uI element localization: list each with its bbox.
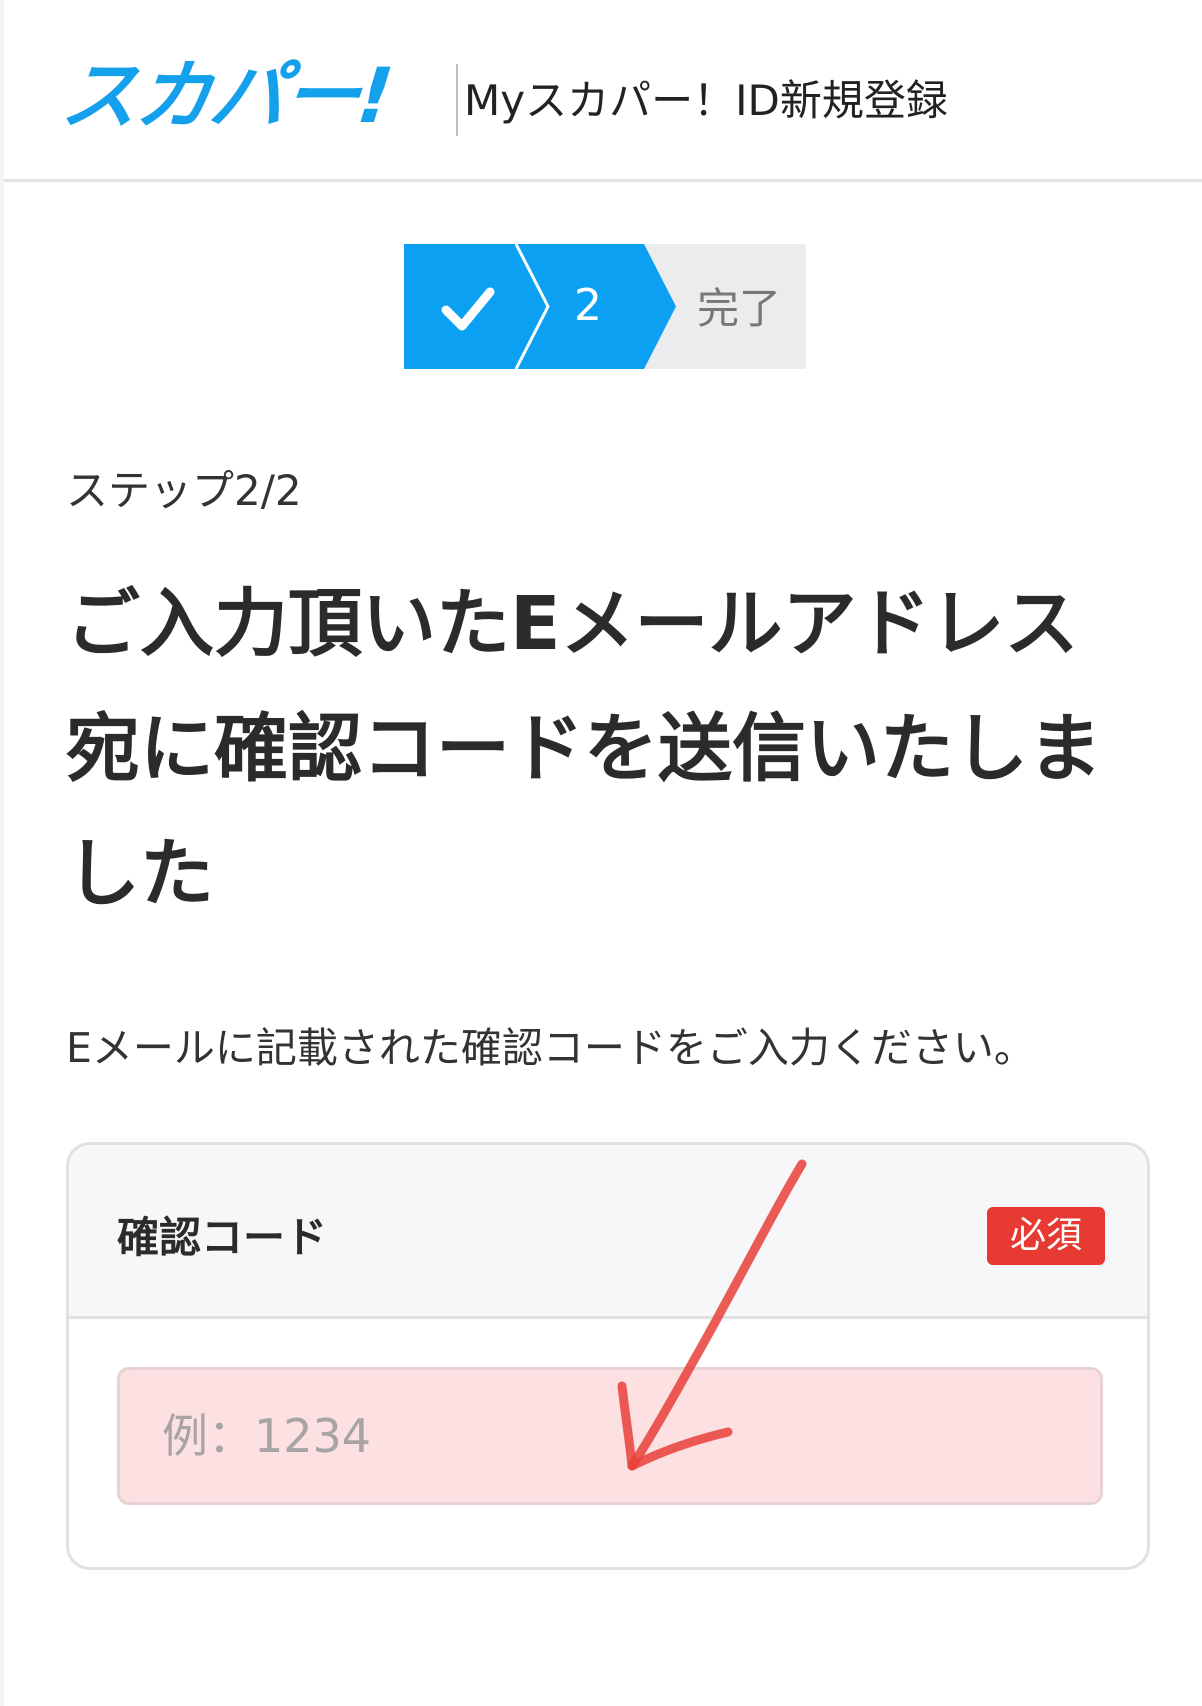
- header-divider: [456, 64, 458, 136]
- skyperfectv-logo[interactable]: スカパー!: [57, 51, 395, 140]
- step-indicator: ステップ2/2: [66, 466, 302, 515]
- page-title: Myスカパー！ID新規登録: [464, 76, 948, 125]
- step-complete-label: 完了: [697, 284, 782, 333]
- form-field-header: 確認コード 必須: [69, 1145, 1147, 1319]
- main-heading: ご入力頂いたEメールアドレス宛に確認コードを送信いたしました: [66, 581, 1102, 917]
- verification-form-card: 確認コード 必須: [66, 1142, 1150, 1570]
- step-2-label: 2: [574, 280, 602, 331]
- verification-code-input[interactable]: [117, 1367, 1103, 1505]
- verification-code-label: 確認コード: [117, 1213, 328, 1262]
- required-badge: 必須: [987, 1207, 1105, 1265]
- page: スカパー! Myスカパー！ID新規登録 2 完了 ステップ2/2 ご入力頂いたE…: [4, 0, 1202, 1706]
- header: スカパー! Myスカパー！ID新規登録: [4, 0, 1202, 182]
- instruction-text: Eメールに記載された確認コードをご入力ください。: [66, 1024, 1035, 1072]
